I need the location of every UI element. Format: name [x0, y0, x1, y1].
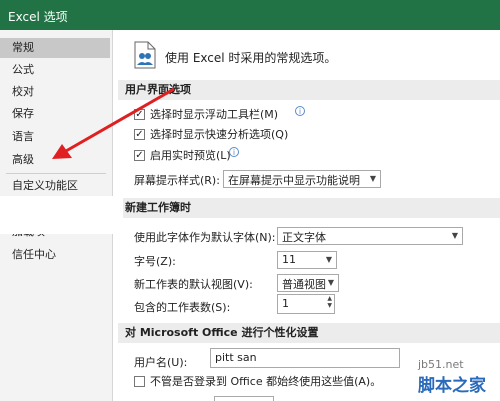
annotation-arrow — [52, 87, 175, 159]
watermark-domain: jb51.net — [418, 358, 464, 371]
watermark-brand: 脚本之家 — [418, 376, 486, 396]
arrow-shaft — [65, 87, 175, 153]
arrow-head-icon — [52, 144, 72, 159]
